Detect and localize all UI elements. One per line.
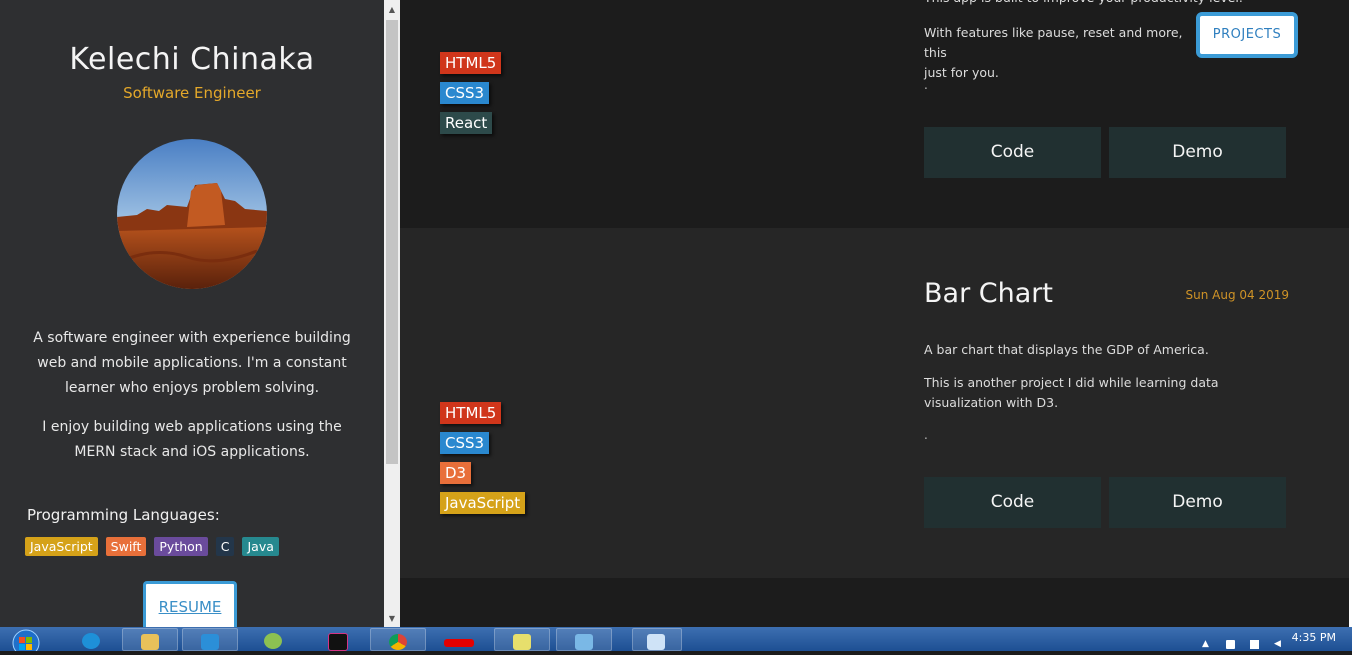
tech-tag: React — [440, 112, 493, 134]
system-tray: ▲ ◀ 4:35 PM — [1182, 627, 1352, 651]
tech-tag: D3 — [440, 462, 472, 484]
project-description: . — [924, 78, 928, 92]
scroll-up-arrow-icon[interactable]: ▲ — [384, 2, 400, 18]
intellij-icon[interactable] — [310, 628, 366, 651]
project-description: A bar chart that displays the GDP of Ame… — [924, 342, 1209, 357]
language-tag: C — [215, 537, 235, 556]
tech-tag: HTML5 — [440, 402, 502, 424]
network-icon[interactable] — [1250, 640, 1259, 649]
project-card: HTML5 CSS3 D3 JavaScript Bar Chart Sun A… — [400, 228, 1350, 578]
show-hidden-icons-icon[interactable]: ▲ — [1202, 640, 1211, 649]
language-tag: Swift — [105, 537, 147, 556]
tech-tag: CSS3 — [440, 432, 490, 454]
languages-list: JavaScript Swift Python C Java — [25, 537, 279, 556]
tech-tag: CSS3 — [440, 82, 490, 104]
tech-tag: JavaScript — [440, 492, 526, 514]
project-card — [400, 578, 1350, 627]
vscode-icon[interactable] — [182, 628, 238, 651]
internet-explorer-icon[interactable] — [64, 628, 120, 651]
language-tag: Python — [154, 537, 208, 556]
scrollbar-thumb[interactable] — [386, 20, 398, 464]
demo-button[interactable]: Demo — [1109, 477, 1286, 528]
language-tag: JavaScript — [25, 537, 98, 556]
project-title: Bar Chart — [924, 278, 1053, 309]
task-view-icon[interactable] — [632, 628, 682, 651]
sticky-notes-icon[interactable] — [494, 628, 550, 651]
taskbar: ▲ ◀ 4:35 PM — [0, 627, 1352, 655]
avatar — [117, 139, 267, 289]
profile-name: Kelechi Chinaka — [69, 42, 315, 77]
battery-icon[interactable] — [1226, 640, 1235, 649]
start-button[interactable] — [4, 627, 44, 655]
volume-icon[interactable]: ◀ — [1274, 640, 1283, 649]
project-date: Sun Aug 04 2019 — [1185, 288, 1289, 302]
tech-tags: HTML5 CSS3 React — [440, 52, 502, 134]
project-description: This app is built to improve your produc… — [924, 0, 1294, 8]
android-studio-icon[interactable] — [246, 628, 302, 651]
bio-paragraph: I enjoy building web applications using … — [42, 419, 342, 460]
bio-paragraph: A software engineer with experience buil… — [33, 330, 351, 396]
app-generic-icon[interactable] — [556, 628, 612, 651]
code-button[interactable]: Code — [924, 477, 1101, 528]
code-button[interactable]: Code — [924, 127, 1101, 178]
airtel-icon[interactable] — [434, 628, 490, 651]
resume-button[interactable]: RESUME — [143, 581, 237, 627]
scroll-down-arrow-icon[interactable]: ▼ — [384, 611, 400, 627]
demo-button[interactable]: Demo — [1109, 127, 1286, 178]
languages-heading: Programming Languages: — [27, 506, 220, 524]
project-description: . — [924, 428, 928, 442]
profile-sidebar: Kelechi Chinaka Software Engineer A soft — [0, 0, 384, 627]
tech-tags: HTML5 CSS3 D3 JavaScript — [440, 402, 526, 514]
tech-tag: HTML5 — [440, 52, 502, 74]
projects-nav-button[interactable]: PROJECTS — [1196, 12, 1298, 58]
profile-role: Software Engineer — [123, 84, 261, 102]
file-explorer-icon[interactable] — [122, 628, 178, 651]
chrome-icon[interactable] — [370, 628, 426, 651]
language-tag: Java — [242, 537, 279, 556]
clock[interactable]: 4:35 PM — [1292, 631, 1336, 644]
project-description: This is another project I did while lear… — [924, 375, 1219, 410]
project-description: With features like pause, reset and more… — [924, 25, 1183, 80]
